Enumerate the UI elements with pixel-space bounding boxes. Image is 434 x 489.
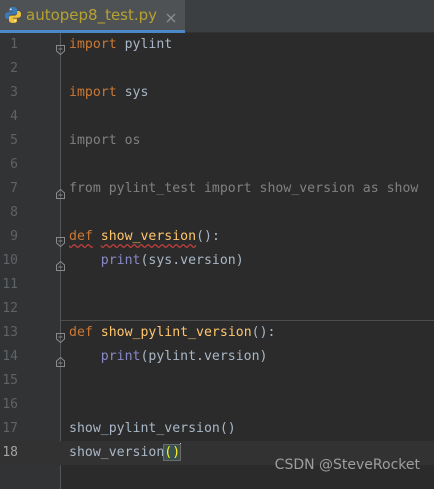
line-number[interactable]: 5 bbox=[0, 129, 18, 153]
code-line[interactable]: 8 bbox=[0, 201, 434, 225]
line-number[interactable]: 9 bbox=[0, 225, 18, 249]
fold-start-icon[interactable] bbox=[56, 40, 65, 56]
fold-end-icon[interactable] bbox=[56, 256, 65, 271]
line-number[interactable]: 1 bbox=[0, 33, 18, 57]
code-line[interactable]: 15 bbox=[0, 369, 434, 393]
fold-start-icon[interactable] bbox=[56, 328, 65, 344]
keyword-def: def bbox=[69, 229, 93, 244]
builtin-print: print bbox=[100, 349, 141, 364]
code-text[interactable]: import sys bbox=[69, 81, 148, 105]
code-line[interactable]: 3 import sys bbox=[0, 81, 434, 105]
close-icon[interactable] bbox=[165, 9, 177, 23]
function-name: show_version bbox=[100, 229, 197, 244]
code-line[interactable]: 7 from pylint_test import show_version a… bbox=[0, 177, 434, 201]
code-text[interactable]: print(pylint.version) bbox=[69, 345, 268, 369]
function-name: show_pylint_version bbox=[100, 325, 252, 340]
code-line[interactable]: 2 bbox=[0, 57, 434, 81]
line-number[interactable]: 16 bbox=[0, 393, 18, 417]
tab-autopep8-test[interactable]: autopep8_test.py bbox=[0, 0, 186, 33]
function-signature: (): bbox=[196, 229, 220, 244]
function-call-name: show_version bbox=[69, 445, 165, 460]
line-number[interactable]: 17 bbox=[0, 417, 18, 441]
code-line[interactable]: 9 def show_version(): bbox=[0, 225, 434, 249]
code-text[interactable]: print(sys.version) bbox=[69, 249, 244, 273]
unused-import-text[interactable]: from pylint_test import show_version as … bbox=[69, 177, 418, 201]
fold-start-icon[interactable] bbox=[56, 232, 65, 248]
code-line[interactable]: 6 bbox=[0, 153, 434, 177]
module-name: pylint bbox=[116, 37, 173, 52]
call-args: (pylint.version) bbox=[140, 349, 268, 364]
line-number[interactable]: 18 bbox=[0, 441, 18, 465]
editor-window: autopep8_test.py 1 import pylint 2 3 imp… bbox=[0, 0, 434, 489]
keyword-def: def bbox=[69, 325, 93, 340]
tab-bar: autopep8_test.py bbox=[0, 0, 434, 33]
keyword-import: import bbox=[69, 85, 117, 100]
code-line[interactable]: 12 bbox=[0, 297, 434, 321]
code-text[interactable]: def show_version(): bbox=[69, 225, 220, 249]
code-line[interactable]: 13 def show_pylint_version(): bbox=[0, 321, 434, 345]
line-number[interactable]: 6 bbox=[0, 153, 18, 177]
fold-end-icon[interactable] bbox=[56, 184, 65, 199]
code-text[interactable]: def show_pylint_version(): bbox=[69, 321, 275, 345]
line-number[interactable]: 8 bbox=[0, 201, 18, 225]
line-number[interactable]: 10 bbox=[0, 249, 18, 273]
function-call[interactable]: show_pylint_version() bbox=[69, 417, 236, 441]
code-line[interactable]: 16 bbox=[0, 393, 434, 417]
builtin-print: print bbox=[100, 253, 141, 268]
function-signature: (): bbox=[251, 325, 276, 340]
code-line[interactable]: 1 import pylint bbox=[0, 33, 434, 57]
matched-parens: () bbox=[163, 444, 182, 461]
unused-import-text[interactable]: import os bbox=[69, 129, 140, 153]
line-number[interactable]: 12 bbox=[0, 297, 18, 321]
fold-end-icon[interactable] bbox=[56, 352, 65, 367]
code-line[interactable]: 14 print(pylint.version) bbox=[0, 345, 434, 369]
line-number[interactable]: 4 bbox=[0, 105, 18, 129]
code-line[interactable]: 11 bbox=[0, 273, 434, 297]
line-number[interactable]: 7 bbox=[0, 177, 18, 201]
code-line[interactable]: 5 import os bbox=[0, 129, 434, 153]
watermark: CSDN @SteveRocket bbox=[274, 457, 420, 473]
code-line[interactable]: 17 show_pylint_version() bbox=[0, 417, 434, 441]
tab-filename: autopep8_test.py bbox=[26, 6, 158, 24]
line-number[interactable]: 14 bbox=[0, 345, 18, 369]
line-number[interactable]: 15 bbox=[0, 369, 18, 393]
keyword-import: import bbox=[69, 37, 117, 52]
python-file-icon bbox=[4, 6, 22, 24]
line-number[interactable]: 11 bbox=[0, 273, 18, 297]
line-number[interactable]: 2 bbox=[0, 57, 18, 81]
line-number[interactable]: 3 bbox=[0, 81, 18, 105]
code-text[interactable]: import pylint bbox=[69, 33, 172, 57]
module-name: sys bbox=[116, 85, 149, 100]
code-line[interactable]: 10 print(sys.version) bbox=[0, 249, 434, 273]
text-caret bbox=[180, 443, 182, 460]
code-line[interactable]: 4 bbox=[0, 105, 434, 129]
line-number[interactable]: 13 bbox=[0, 321, 18, 345]
code-text[interactable]: show_version() bbox=[69, 441, 182, 465]
call-args: (sys.version) bbox=[140, 253, 244, 268]
